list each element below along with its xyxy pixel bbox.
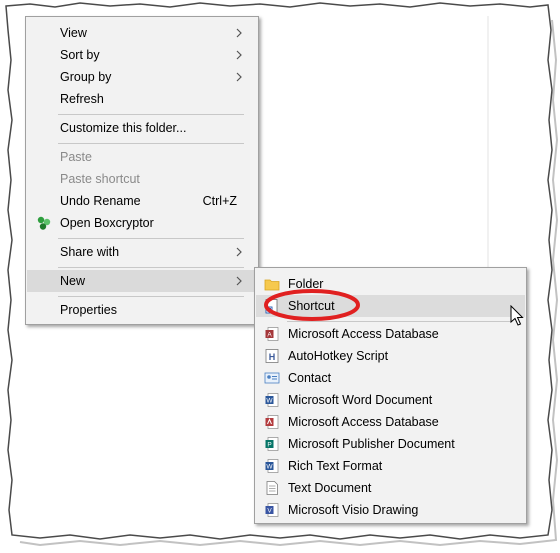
submenu-item-autohotkey-script[interactable]: H AutoHotkey Script	[256, 345, 525, 367]
submenu-item-publisher-document[interactable]: P Microsoft Publisher Document	[256, 433, 525, 455]
submenu-item-label: Folder	[288, 277, 324, 291]
submenu-item-label: Microsoft Access Database	[288, 327, 439, 341]
chevron-right-icon	[236, 276, 242, 286]
menu-item-sort-by[interactable]: Sort by	[27, 44, 257, 66]
menu-item-view[interactable]: View	[27, 22, 257, 44]
menu-item-label: Undo Rename	[60, 194, 141, 208]
submenu-item-text-document[interactable]: Text Document	[256, 477, 525, 499]
submenu-item-label: Rich Text Format	[288, 459, 383, 473]
menu-item-label: Paste shortcut	[60, 172, 140, 186]
menu-separator	[287, 321, 512, 322]
contact-icon	[264, 372, 280, 384]
menu-item-label: Refresh	[60, 92, 104, 106]
submenu-item-label: Microsoft Access Database	[288, 415, 439, 429]
submenu-item-label: Microsoft Word Document	[288, 393, 433, 407]
shortcut-icon	[265, 299, 278, 314]
svg-text:H: H	[269, 352, 276, 362]
submenu-item-label: AutoHotkey Script	[288, 349, 389, 363]
svg-text:P: P	[267, 442, 271, 449]
word-icon: W	[265, 393, 279, 407]
menu-item-shortcut: Ctrl+Z	[202, 194, 237, 208]
mouse-pointer-icon	[510, 305, 524, 326]
submenu-item-contact[interactable]: Contact	[256, 367, 525, 389]
menu-item-label: Properties	[60, 303, 117, 317]
svg-text:V: V	[267, 508, 272, 515]
menu-item-label: Sort by	[60, 48, 100, 62]
menu-item-open-boxcryptor[interactable]: Open Boxcryptor	[27, 212, 257, 234]
menu-item-refresh[interactable]: Refresh	[27, 88, 257, 110]
chevron-right-icon	[236, 247, 242, 257]
menu-item-new[interactable]: New	[27, 270, 257, 292]
autohotkey-icon: H	[265, 349, 279, 363]
menu-item-paste: Paste	[27, 146, 257, 168]
svg-text:W: W	[266, 464, 273, 471]
new-submenu: Folder Shortcut A Microsoft Access Datab…	[254, 267, 527, 524]
menu-item-label: Paste	[60, 150, 92, 164]
submenu-item-access-database[interactable]: A Microsoft Access Database	[256, 323, 525, 345]
access-icon: A	[265, 327, 279, 341]
chevron-right-icon	[236, 28, 242, 38]
menu-item-undo-rename[interactable]: Undo Rename Ctrl+Z	[27, 190, 257, 212]
menu-separator	[58, 114, 244, 115]
visio-icon: V	[265, 503, 279, 517]
text-document-icon	[266, 481, 278, 495]
folder-icon	[264, 279, 280, 291]
menu-item-label: Open Boxcryptor	[60, 216, 154, 230]
chevron-right-icon	[236, 72, 242, 82]
context-menu: View Sort by Group by Refresh Customize …	[25, 16, 259, 325]
publisher-icon: P	[265, 437, 279, 451]
menu-item-label: View	[60, 26, 87, 40]
svg-text:A: A	[267, 332, 272, 339]
submenu-item-rich-text-format[interactable]: W Rich Text Format	[256, 455, 525, 477]
screenshot-stage: View Sort by Group by Refresh Customize …	[0, 0, 560, 553]
menu-item-customize-folder[interactable]: Customize this folder...	[27, 117, 257, 139]
menu-item-label: Customize this folder...	[60, 121, 187, 135]
menu-separator	[58, 296, 244, 297]
submenu-item-label: Contact	[288, 371, 332, 385]
boxcryptor-icon	[37, 216, 51, 230]
menu-item-properties[interactable]: Properties	[27, 299, 257, 321]
submenu-item-label: Shortcut	[288, 299, 335, 313]
submenu-item-shortcut[interactable]: Shortcut	[256, 295, 525, 317]
access-icon	[265, 415, 279, 429]
submenu-item-folder[interactable]: Folder	[256, 273, 525, 295]
menu-item-share-with[interactable]: Share with	[27, 241, 257, 263]
menu-item-label: Share with	[60, 245, 120, 259]
menu-item-paste-shortcut: Paste shortcut	[27, 168, 257, 190]
menu-separator	[58, 143, 244, 144]
submenu-item-access-database-2[interactable]: Microsoft Access Database	[256, 411, 525, 433]
rtf-icon: W	[265, 459, 279, 473]
menu-item-label: New	[60, 274, 86, 288]
menu-item-label: Group by	[60, 70, 112, 84]
submenu-item-label: Microsoft Visio Drawing	[288, 503, 419, 517]
submenu-item-label: Microsoft Publisher Document	[288, 437, 455, 451]
submenu-item-label: Text Document	[288, 481, 372, 495]
submenu-item-word-document[interactable]: W Microsoft Word Document	[256, 389, 525, 411]
chevron-right-icon	[236, 50, 242, 60]
svg-text:W: W	[266, 398, 273, 405]
menu-item-group-by[interactable]: Group by	[27, 66, 257, 88]
menu-separator	[58, 267, 244, 268]
submenu-item-visio-drawing[interactable]: V Microsoft Visio Drawing	[256, 499, 525, 521]
menu-separator	[58, 238, 244, 239]
